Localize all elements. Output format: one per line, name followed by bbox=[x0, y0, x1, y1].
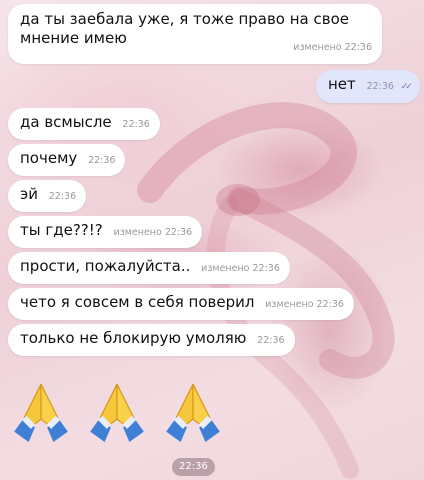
folded-hands-icon bbox=[90, 383, 144, 442]
message-text: да всмысле bbox=[20, 113, 112, 131]
message-text: нет bbox=[328, 75, 356, 93]
message-bubble[interactable]: эй 22:36 bbox=[8, 180, 87, 212]
message-text: почему bbox=[20, 149, 78, 167]
folded-hands-icon bbox=[14, 383, 68, 442]
message-time: 22:36 bbox=[122, 119, 150, 130]
message-time: изменено 22:36 bbox=[265, 299, 344, 310]
message-time: изменено 22:36 bbox=[201, 263, 280, 274]
message-bubble[interactable]: только не блокирую умоляю 22:36 bbox=[8, 324, 295, 356]
emoji-message[interactable] bbox=[8, 378, 228, 444]
message-bubble[interactable]: ты где??!? изменено 22:36 bbox=[8, 216, 203, 248]
message-time: 22:36 bbox=[366, 81, 394, 92]
outgoing-message-bubble[interactable]: нет 22:36 ✓✓ bbox=[316, 70, 420, 103]
emoji-message-time: 22:36 bbox=[172, 458, 215, 476]
message-text: только не блокирую умоляю bbox=[20, 329, 247, 347]
message-time: 22:36 bbox=[88, 155, 116, 166]
message-text: чето я совсем в себя поверил bbox=[20, 293, 255, 311]
folded-hands-icon bbox=[166, 383, 220, 442]
message-bubble[interactable]: да всмысле 22:36 bbox=[8, 108, 160, 140]
message-text: ты где??!? bbox=[20, 221, 103, 239]
message-time: 22:36 bbox=[48, 191, 77, 202]
message-bubble[interactable]: почему 22:36 bbox=[8, 144, 126, 176]
double-check-icon: ✓✓ bbox=[400, 82, 413, 92]
message-bubble[interactable]: чето я совсем в себя поверил изменено 22… bbox=[8, 288, 354, 320]
message-time: 22:36 bbox=[257, 335, 285, 346]
message-text: эй bbox=[20, 185, 38, 203]
message-time: изменено 22:36 bbox=[293, 42, 372, 53]
message-bubble[interactable]: да ты заебала уже, я тоже право на свое … bbox=[8, 4, 382, 64]
message-time: изменено 22:36 bbox=[113, 227, 193, 238]
message-text: прости, пожалуйста.. bbox=[20, 257, 191, 275]
message-bubble[interactable]: прости, пожалуйста.. изменено 22:36 bbox=[8, 252, 290, 284]
